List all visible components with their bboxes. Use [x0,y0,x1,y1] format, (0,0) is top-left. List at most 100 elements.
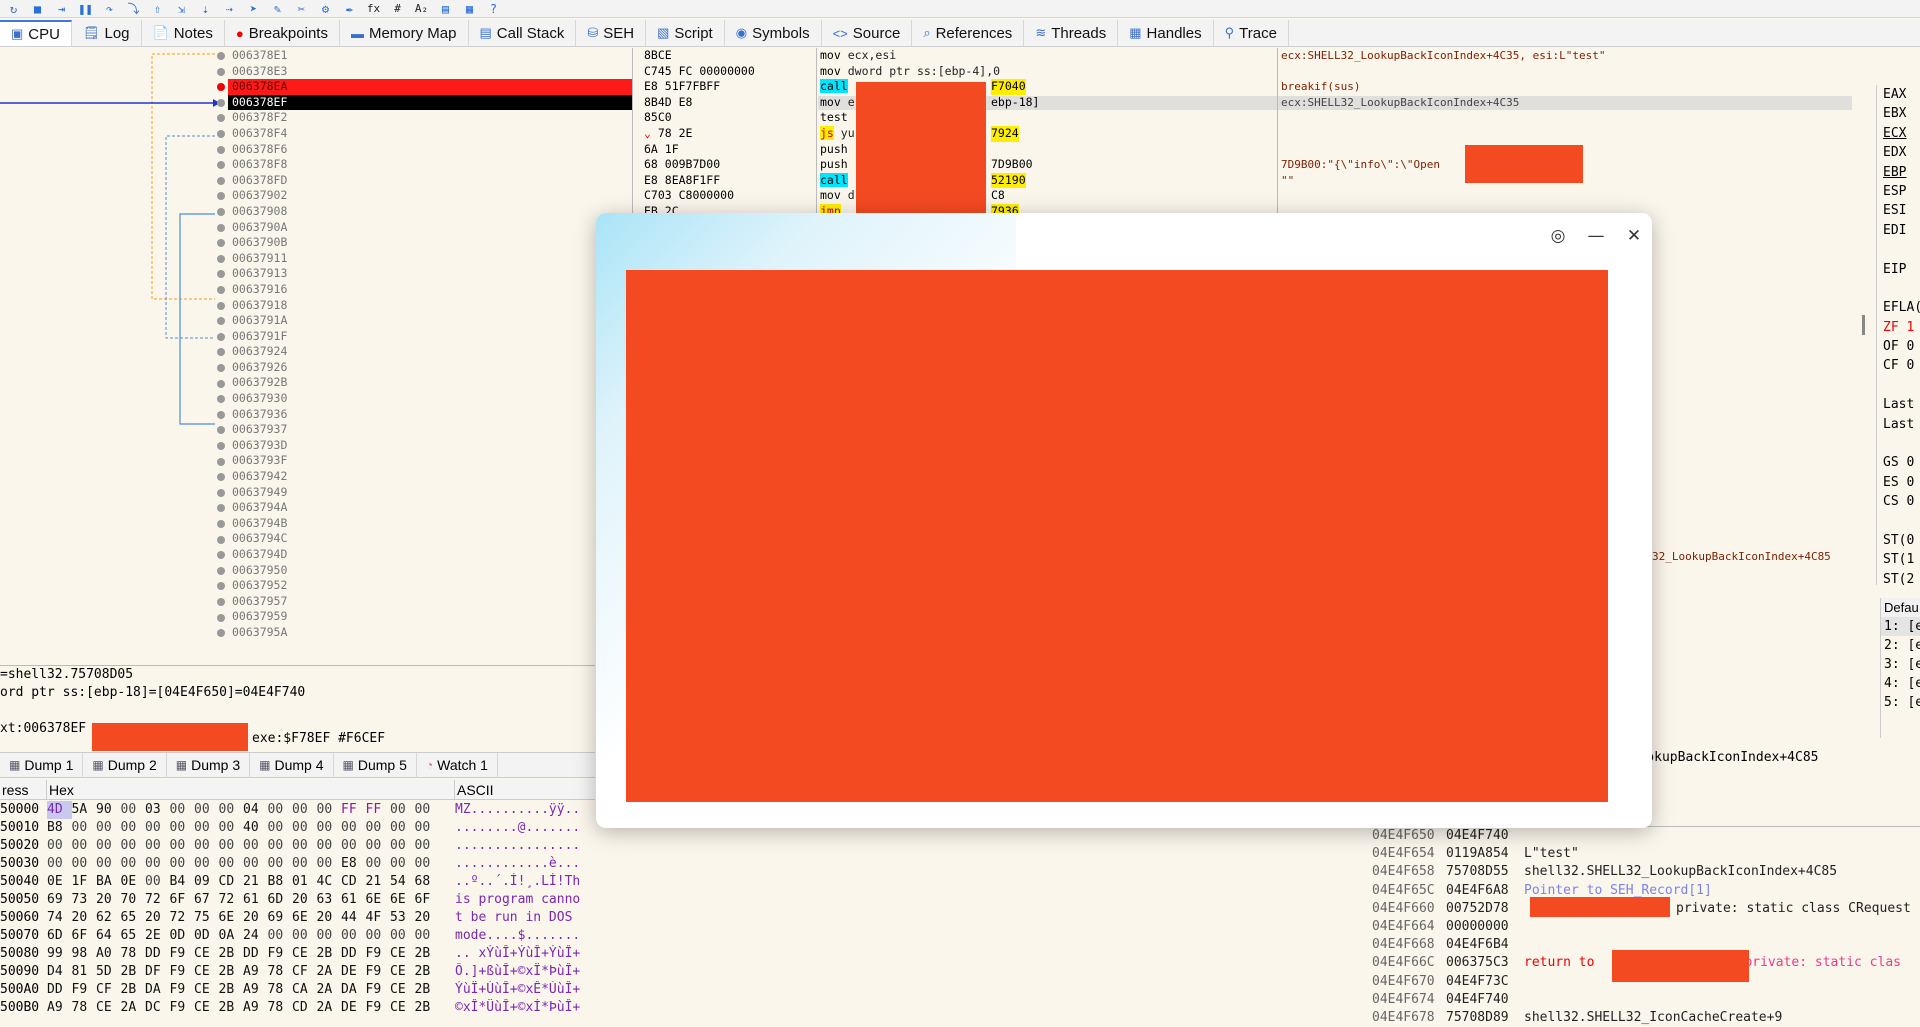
hex-byte[interactable]: 40 [243,819,268,837]
hex-byte[interactable]: 00 [366,927,391,945]
hex-byte[interactable]: 2A [317,999,342,1017]
side-panel-line[interactable]: 1: [e [1881,617,1920,636]
tab-notes[interactable]: 📄 Notes [142,20,225,46]
hex-byte[interactable]: DD [243,945,268,963]
hex-byte[interactable]: 00 [366,837,391,855]
dump-row[interactable]: 50000 4D 5A 90 00 03 00 00 00 04 00 00 00 FF FF 00 00 MZ.… [0,801,595,819]
hex-byte[interactable]: 6F [415,891,440,909]
dump-row[interactable]: 500A0 DD F9 CF 2B DA F9 CE 2B A9 78 CA 2A DA F9 CE 2B ÝùÏ… [0,981,595,999]
hex-byte[interactable]: 00 [145,819,170,837]
tab-breakpoints[interactable]: ● Breakpoints [225,20,340,46]
breakpoint-dot[interactable] [217,332,225,341]
hex-byte[interactable]: 65 [121,927,146,945]
hex-byte[interactable]: 09 [194,873,219,891]
address-row[interactable]: 006378EA [228,79,632,95]
breakpoint-dot[interactable] [217,52,225,60]
stack-row[interactable]: 04E4F650 04E4F740 [1368,827,1920,845]
hardware-icon[interactable]: ⚙ [318,2,333,16]
hex-byte[interactable]: 21 [243,873,268,891]
hex-byte[interactable]: 00 [47,855,72,873]
address-row[interactable]: 00637913 [228,266,632,282]
hex-byte[interactable]: F9 [366,963,391,981]
hex-byte[interactable]: 99 [47,945,72,963]
hex-byte[interactable]: 00 [317,855,342,873]
memory-icon[interactable]: ▦ [462,2,477,16]
address-row[interactable]: 0063794A [228,500,632,516]
font-icon[interactable]: A₂ [414,2,429,15]
hex-byte[interactable]: A9 [243,981,268,999]
register-label[interactable]: EDX [1877,143,1920,162]
hex-byte[interactable]: 2B [219,999,244,1017]
tab-dump-3[interactable]: ▦ Dump 3 [167,752,251,778]
address-row[interactable]: 0063794C [228,531,632,547]
hex-byte[interactable]: 78 [72,999,97,1017]
hex-byte[interactable]: 72 [219,891,244,909]
hex-byte[interactable]: 04 [243,801,268,819]
breakpoint-dot[interactable] [217,176,225,185]
hex-byte[interactable]: 00 [268,927,293,945]
hex-byte[interactable]: 81 [72,963,97,981]
tab-trace[interactable]: ⚲ Trace [1214,20,1289,46]
address-row[interactable]: 00637942 [228,469,632,485]
tab-symbols[interactable]: ◉ Symbols [725,20,822,46]
hex-byte[interactable]: 00 [219,819,244,837]
hex-byte[interactable]: CE [390,963,415,981]
stack-row[interactable]: 04E4F674 04E4F740 [1368,991,1920,1009]
hex-byte[interactable]: 00 [72,819,97,837]
address-row[interactable]: 006378E3 [228,64,632,80]
breakpoint-dot[interactable] [217,98,225,107]
register-label[interactable]: ESI [1877,201,1920,220]
trace-over-icon[interactable]: ⤵ [126,2,141,16]
hex-byte[interactable]: 00 [390,855,415,873]
breakpoint-dot[interactable] [217,442,225,450]
hex-byte[interactable]: 24 [243,927,268,945]
hex-byte[interactable]: 54 [390,873,415,891]
hex-byte[interactable]: 01 [292,873,317,891]
hex-byte[interactable]: 00 [96,819,121,837]
hex-byte[interactable]: 00 [341,837,366,855]
hex-byte[interactable]: 00 [366,819,391,837]
tab-watch-1[interactable]: ◔ Watch 1 [417,752,498,778]
breakpoint-dot[interactable] [217,364,225,372]
hex-byte[interactable]: F9 [366,999,391,1017]
register-label[interactable]: EBP [1877,163,1920,182]
hex-byte[interactable]: 69 [47,891,72,909]
hex-byte[interactable]: B8 [47,819,72,837]
script-icon[interactable]: ✎ [270,2,285,16]
hex-byte[interactable]: 2B [317,945,342,963]
hex-byte[interactable]: 90 [96,801,121,819]
disasm-row[interactable]: mov dword ptr ss:[ebp-4],0 [818,64,1277,80]
hex-byte[interactable]: F9 [170,945,195,963]
hex-byte[interactable]: 2B [121,981,146,999]
dump-row[interactable]: 50080 99 98 A0 78 DD F9 CE 2B DD F9 CE 2B DD F9 CE 2B.. … [0,945,595,963]
hex-byte[interactable]: 00 [121,837,146,855]
tab-dump-1[interactable]: ▦ Dump 1 [0,752,84,778]
hex-byte[interactable]: 2B [219,981,244,999]
disasm-row[interactable]: mov ecx,esi [818,48,1277,64]
hex-byte[interactable]: 21 [366,873,391,891]
register-label[interactable]: EIP [1877,260,1920,279]
register-label[interactable]: ECX [1877,124,1920,143]
hex-byte[interactable]: 00 [415,927,440,945]
hex-byte[interactable]: A9 [243,963,268,981]
hex-byte[interactable]: 2B [415,963,440,981]
register-label[interactable]: ST(1 [1877,550,1920,569]
hex-byte[interactable]: 20 [72,909,97,927]
hex-byte[interactable]: 98 [72,945,97,963]
address-row[interactable]: 0063790A [228,220,632,236]
dump-row[interactable]: 50010 B8 00 00 00 00 00 00 00 40 00 00 00 00 00 00 00...… [0,819,595,837]
hex-byte[interactable]: 00 [292,927,317,945]
hex-byte[interactable]: 20 [145,909,170,927]
breakpoint-dot[interactable] [217,145,225,154]
run-to-selection-icon[interactable]: ⇢ [222,2,237,16]
hex-byte[interactable]: CE [292,945,317,963]
hex-byte[interactable]: 00 [96,855,121,873]
hex-byte[interactable]: BA [96,873,121,891]
hex-byte[interactable]: F9 [366,945,391,963]
hash-icon[interactable]: # [390,2,405,15]
hex-byte[interactable]: 0D [194,927,219,945]
hex-byte[interactable]: DE [341,999,366,1017]
hex-byte[interactable]: 00 [268,801,293,819]
patch-icon[interactable]: ✂ [294,2,309,16]
address-row[interactable]: 006378FD [228,173,632,189]
